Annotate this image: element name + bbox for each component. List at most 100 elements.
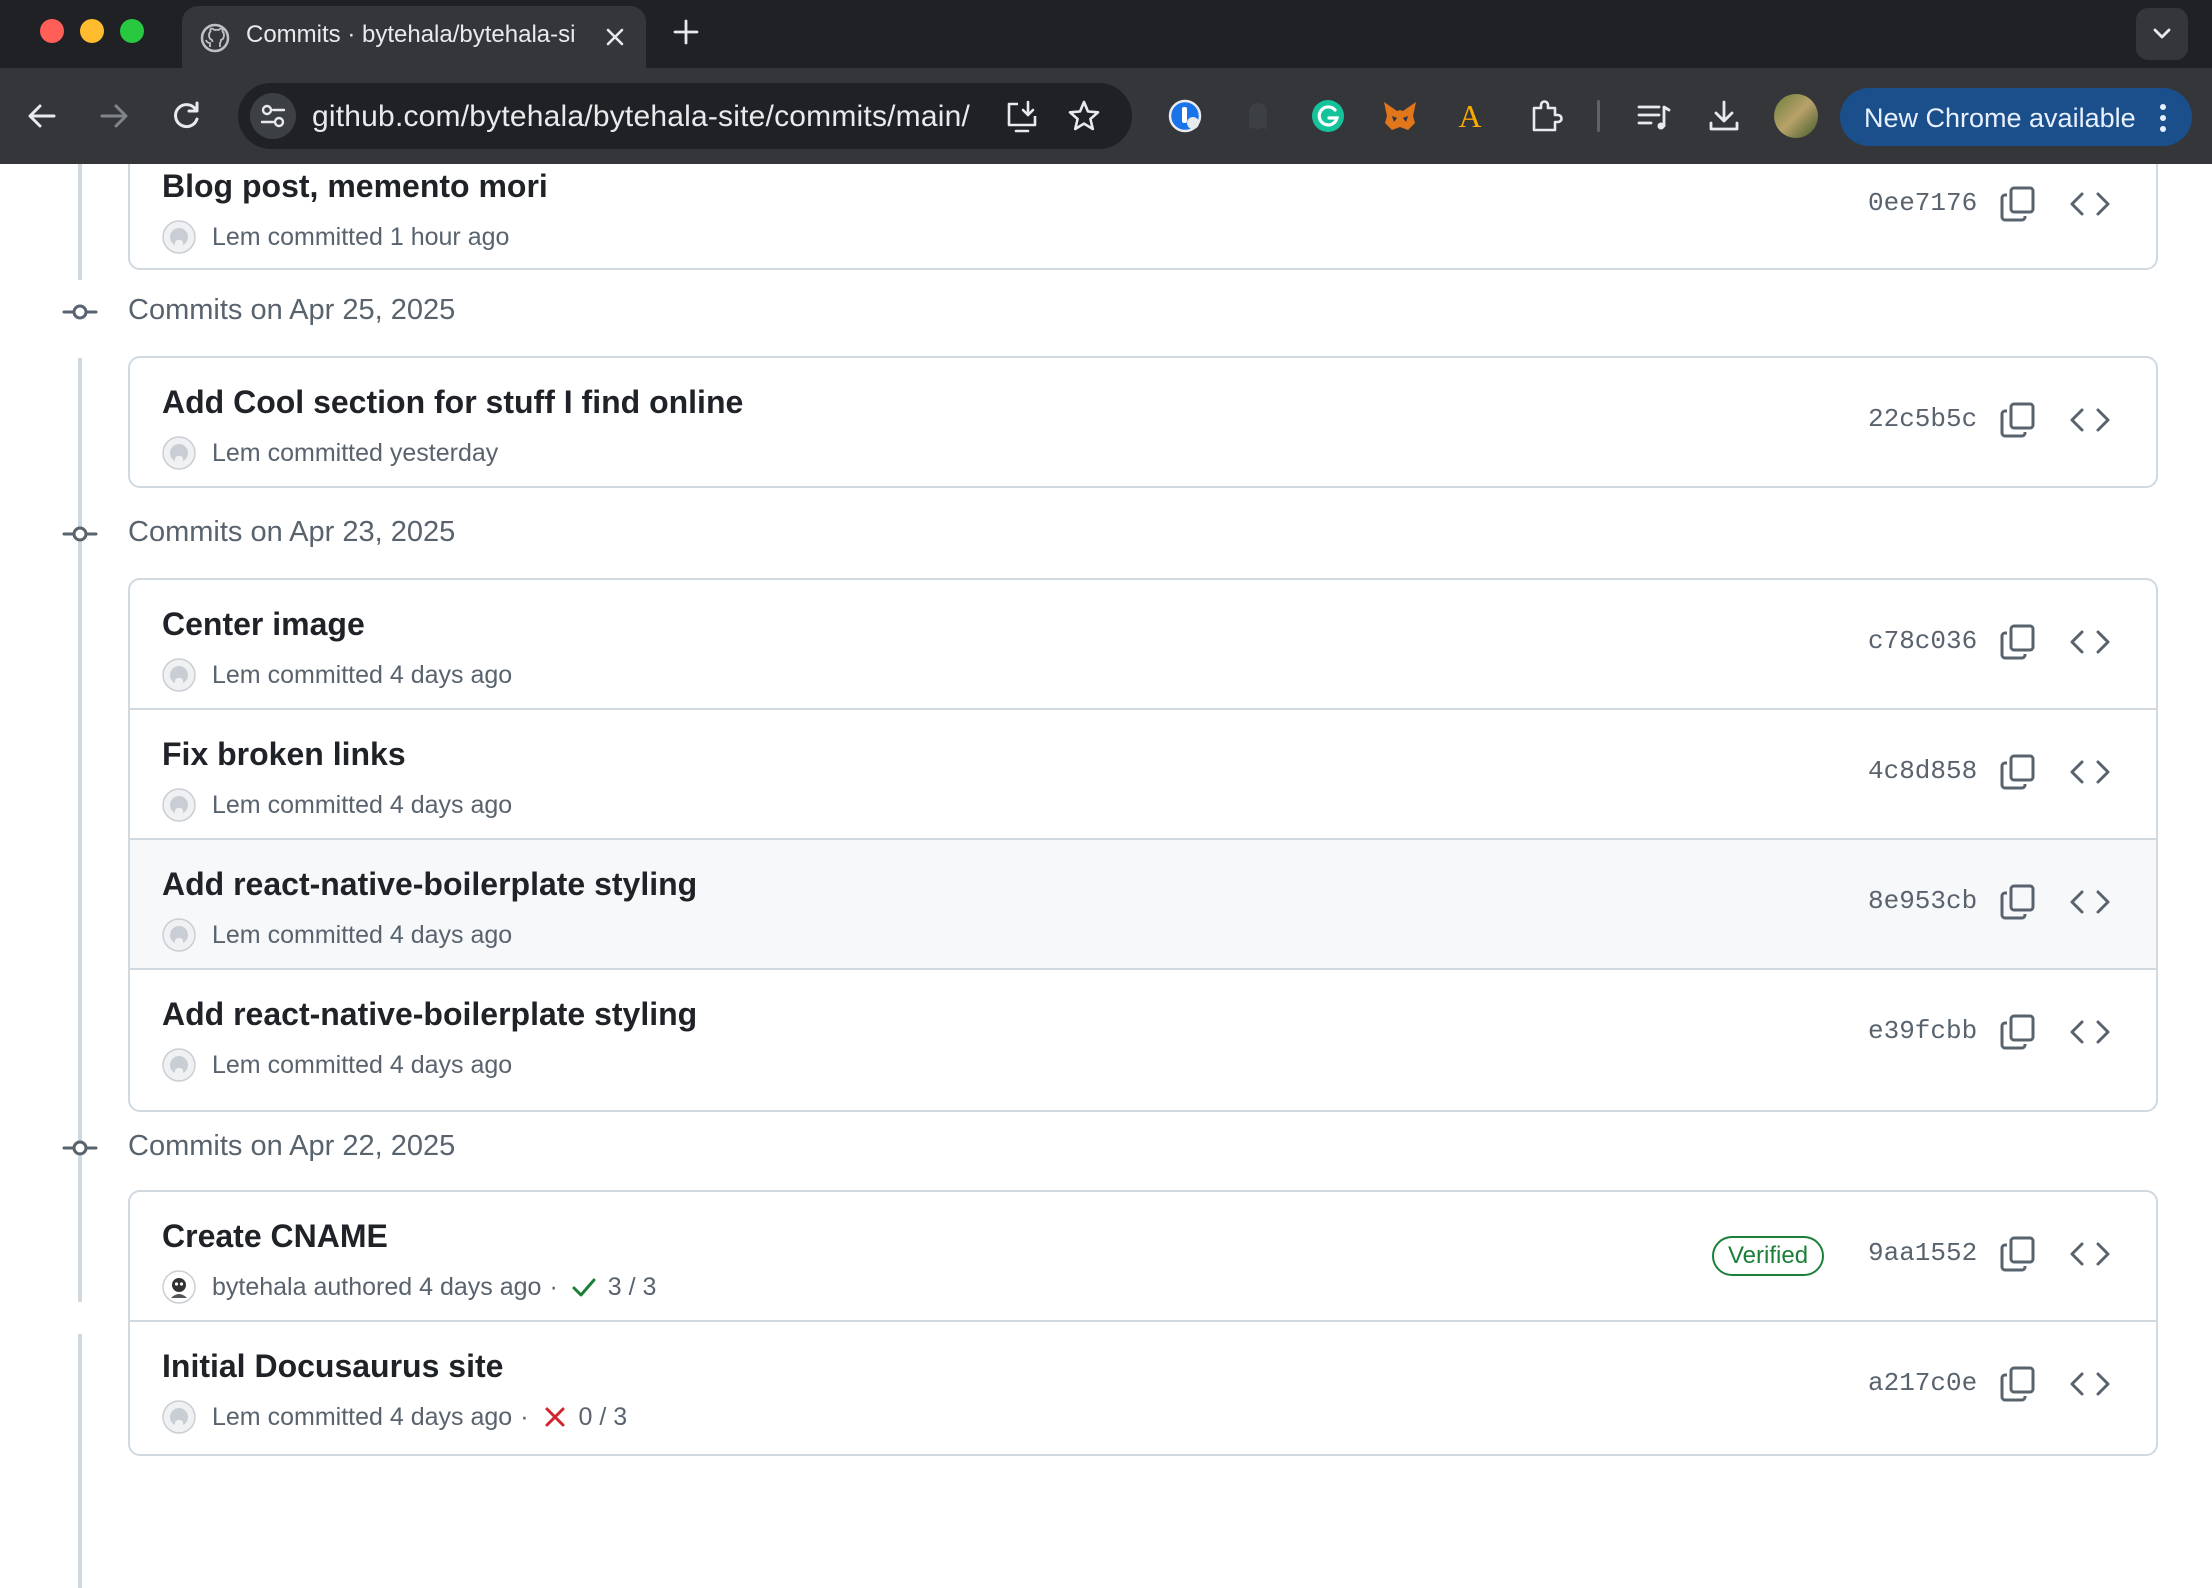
code-icon[interactable]: [2068, 752, 2112, 792]
verified-badge[interactable]: Verified: [1712, 1236, 1825, 1276]
avatar[interactable]: [162, 220, 196, 254]
commit-meta: Lem committed 4 days ago: [162, 658, 512, 692]
plus-icon[interactable]: [670, 16, 702, 48]
commit-author[interactable]: Lem: [212, 1403, 261, 1432]
commit-author[interactable]: Lem: [212, 1051, 261, 1080]
star-icon[interactable]: [1066, 98, 1102, 134]
forward-arrow-icon[interactable]: [96, 98, 132, 134]
commit-author[interactable]: Lem: [212, 223, 261, 252]
commit-sha[interactable]: e39fcbb: [1868, 1016, 1977, 1046]
copy-icon[interactable]: [1998, 184, 2038, 224]
reload-icon[interactable]: [168, 98, 204, 134]
copy-icon[interactable]: [1998, 622, 2038, 662]
code-icon[interactable]: [2068, 1012, 2112, 1052]
download-icon[interactable]: [1704, 96, 1744, 136]
copy-icon[interactable]: [1998, 400, 2038, 440]
toolbar-separator: [1597, 100, 1600, 132]
code-icon[interactable]: [2068, 1364, 2112, 1404]
commit-sha[interactable]: c78c036: [1868, 626, 1977, 656]
copy-icon[interactable]: [1998, 1364, 2038, 1404]
close-icon[interactable]: [600, 22, 630, 52]
commit-author[interactable]: Lem: [212, 661, 261, 690]
commit-row[interactable]: Fix broken links Lem committed 4 days ag…: [130, 710, 2156, 840]
browser-tab-bar: Commits · bytehala/bytehala-site: [0, 0, 2212, 68]
browser-tab-active[interactable]: Commits · bytehala/bytehala-site: [182, 6, 646, 68]
commit-title[interactable]: Initial Docusaurus site: [162, 1348, 503, 1385]
close-window-button[interactable]: [40, 19, 64, 43]
commit-row[interactable]: Center image Lem committed 4 days ago c7…: [130, 580, 2156, 710]
grammarly-icon[interactable]: [1308, 96, 1348, 136]
git-commit-icon: [62, 1140, 98, 1156]
git-commit-icon: [62, 526, 98, 542]
ghost-extension-icon[interactable]: [1238, 96, 1278, 136]
commit-meta: Lem committed 4 days ago: [162, 918, 512, 952]
chevron-down-icon: [2153, 28, 2171, 39]
reading-list-icon[interactable]: [1634, 96, 1674, 136]
copy-icon[interactable]: [1998, 752, 2038, 792]
commit-sha[interactable]: 4c8d858: [1868, 756, 1977, 786]
avatar[interactable]: [162, 436, 196, 470]
code-icon[interactable]: [2068, 882, 2112, 922]
new-chrome-available-button[interactable]: New Chrome available: [1840, 88, 2192, 146]
commit-time: 4 days ago: [389, 790, 513, 819]
copy-icon[interactable]: [1998, 1234, 2038, 1274]
avatar[interactable]: [162, 1270, 196, 1304]
avatar[interactable]: [162, 918, 196, 952]
commit-sha[interactable]: 9aa1552: [1868, 1238, 1977, 1268]
commit-author[interactable]: bytehala: [212, 1273, 307, 1302]
commit-title[interactable]: Blog post, memento mori: [162, 168, 548, 205]
commit-meta: Lem committed 4 days ago · 0 / 3: [162, 1400, 627, 1434]
check-status-count[interactable]: 3 / 3: [608, 1273, 657, 1302]
maximize-window-button[interactable]: [120, 19, 144, 43]
check-status-count[interactable]: 0 / 3: [579, 1403, 628, 1432]
metamask-fox-icon[interactable]: [1380, 96, 1420, 136]
commit-sha[interactable]: a217c0e: [1868, 1368, 1977, 1398]
x-icon[interactable]: [541, 1403, 569, 1431]
commit-sha[interactable]: 0ee7176: [1868, 188, 1977, 218]
back-arrow-icon[interactable]: [24, 98, 60, 134]
commit-title[interactable]: Add Cool section for stuff I find online: [162, 384, 743, 421]
avatar[interactable]: [162, 788, 196, 822]
code-icon[interactable]: [2068, 1234, 2112, 1274]
commit-action: committed: [267, 660, 383, 689]
url-text[interactable]: github.com/bytehala/bytehala-site/commit…: [312, 100, 970, 134]
code-icon[interactable]: [2068, 622, 2112, 662]
minimize-window-button[interactable]: [80, 19, 104, 43]
address-bar[interactable]: github.com/bytehala/bytehala-site/commit…: [238, 83, 1132, 149]
code-icon[interactable]: [2068, 400, 2112, 440]
copy-icon[interactable]: [1998, 1012, 2038, 1052]
commit-title[interactable]: Create CNAME: [162, 1218, 388, 1255]
commit-title[interactable]: Fix broken links: [162, 736, 406, 773]
commit-title[interactable]: Add react-native-boilerplate styling: [162, 996, 697, 1033]
avatar[interactable]: [162, 1048, 196, 1082]
commit-author[interactable]: Lem: [212, 921, 261, 950]
avatar[interactable]: [162, 1400, 196, 1434]
profile-avatar[interactable]: [1774, 94, 1818, 138]
code-icon[interactable]: [2068, 184, 2112, 224]
commit-author[interactable]: Lem: [212, 439, 261, 468]
commit-time: 1 hour ago: [389, 222, 510, 251]
commit-author[interactable]: Lem: [212, 791, 261, 820]
tab-search-button[interactable]: [2136, 8, 2188, 60]
copy-icon[interactable]: [1998, 882, 2038, 922]
commit-title[interactable]: Add react-native-boilerplate styling: [162, 866, 697, 903]
commit-sha[interactable]: 22c5b5c: [1868, 404, 1977, 434]
site-info-button[interactable]: [250, 93, 296, 139]
install-app-icon[interactable]: [1004, 98, 1040, 134]
commit-row[interactable]: Add react-native-boilerplate styling Lem…: [130, 970, 2156, 1100]
commit-sha[interactable]: 8e953cb: [1868, 886, 1977, 916]
commit-group-date: Commits on Apr 23, 2025: [128, 516, 456, 548]
commit-row[interactable]: Initial Docusaurus site Lem committed 4 …: [130, 1322, 2156, 1452]
font-extension-icon[interactable]: A: [1450, 96, 1490, 136]
commit-action: committed: [267, 1050, 383, 1079]
password-manager-extension-icon[interactable]: [1166, 96, 1206, 136]
commit-row[interactable]: Add react-native-boilerplate styling Lem…: [130, 840, 2156, 970]
commit-row[interactable]: Create CNAME bytehala authored 4 days ag…: [130, 1192, 2156, 1322]
check-icon[interactable]: [570, 1273, 598, 1301]
commit-list-box: Create CNAME bytehala authored 4 days ag…: [128, 1190, 2158, 1456]
commit-row[interactable]: Add Cool section for stuff I find online…: [130, 358, 2156, 486]
avatar[interactable]: [162, 658, 196, 692]
puzzle-extensions-icon[interactable]: [1526, 96, 1566, 136]
commit-row[interactable]: Blog post, memento mori Lem committed 1 …: [130, 164, 2156, 268]
commit-title[interactable]: Center image: [162, 606, 365, 643]
